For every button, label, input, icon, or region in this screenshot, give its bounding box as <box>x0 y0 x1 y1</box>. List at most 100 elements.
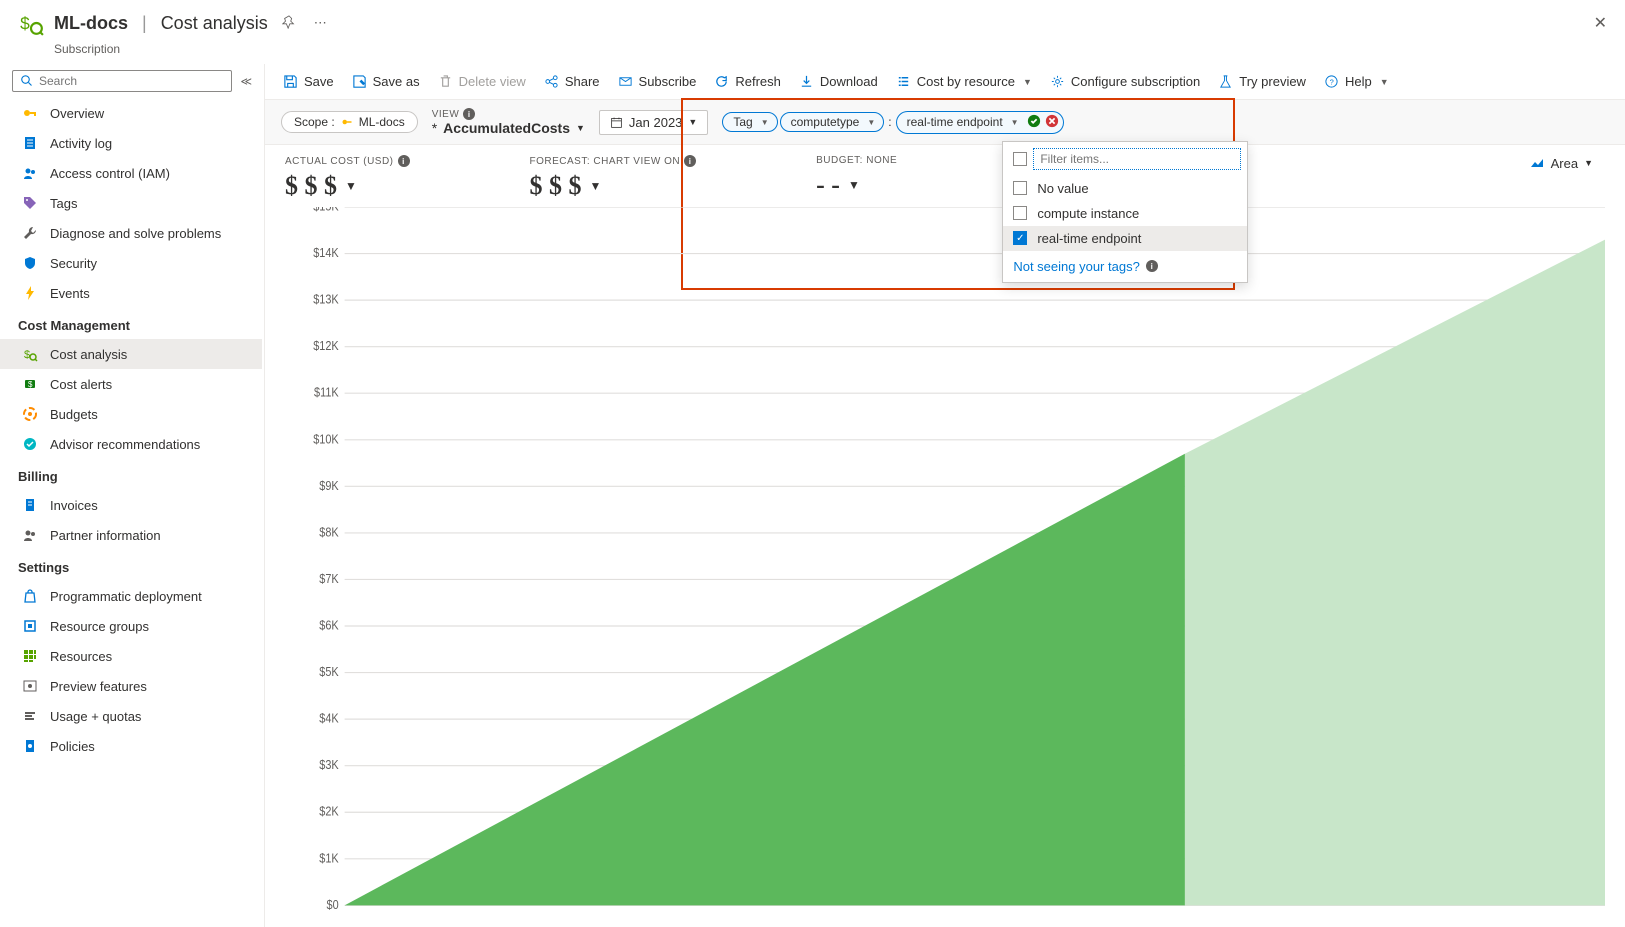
advisor-icon <box>22 436 38 452</box>
filter-cancel-icon[interactable] <box>1045 114 1059 131</box>
chevron-down-icon: ▼ <box>345 179 357 194</box>
share-button[interactable]: Share <box>542 70 602 93</box>
svg-text:$5K: $5K <box>319 664 338 679</box>
sidebar-item-usage-quotas[interactable]: Usage + quotas <box>0 701 262 731</box>
sidebar-item-label: Events <box>50 286 90 301</box>
command-bar: Save Save as Delete view Share Subscribe… <box>265 64 1625 100</box>
calendar-icon <box>610 116 623 129</box>
sidebar: ≪ Overview Activity logAccess control (IA… <box>0 64 265 927</box>
filter-option-label: compute instance <box>1037 206 1139 221</box>
filter-option[interactable]: compute instance <box>1003 201 1247 226</box>
sidebar-item-budgets[interactable]: Budgets <box>0 399 262 429</box>
svg-text:$4K: $4K <box>319 711 338 726</box>
checkbox[interactable] <box>1013 206 1027 220</box>
stats-row: ACTUAL COST (USD) i $ $ $▼ FORECAST: CHA… <box>265 145 1625 207</box>
save-as-icon <box>352 74 367 89</box>
invoice-icon <box>22 497 38 513</box>
sidebar-item-preview-features[interactable]: Preview features <box>0 671 262 701</box>
collapse-sidebar-icon[interactable]: ≪ <box>240 75 252 88</box>
sidebar-item-programmatic-deployment[interactable]: Programmatic deployment <box>0 581 262 611</box>
filter-option[interactable]: ✓real-time endpoint <box>1003 226 1247 251</box>
shield-icon <box>22 255 38 271</box>
people-icon <box>22 165 38 181</box>
date-range-selector[interactable]: Jan 2023 ▼ <box>599 110 708 135</box>
page-header: $ ML-docs | Cost analysis ⋯ ✕ <box>0 0 1625 42</box>
cost-by-resource-button[interactable]: Cost by resource▼ <box>894 70 1034 93</box>
filter-tag-value[interactable]: real-time endpoint▼ <box>896 111 1064 134</box>
download-button[interactable]: Download <box>797 70 880 93</box>
save-button[interactable]: Save <box>281 70 336 93</box>
chevron-down-icon: ▼ <box>1380 77 1389 87</box>
sidebar-item-overview[interactable]: Overview <box>0 98 262 128</box>
info-icon: i <box>1146 260 1158 272</box>
save-icon <box>283 74 298 89</box>
svg-text:$0: $0 <box>327 897 339 912</box>
sidebar-item-label: Usage + quotas <box>50 709 141 724</box>
sidebar-item-label: Preview features <box>50 679 147 694</box>
title-separator: | <box>142 13 147 34</box>
chevron-down-icon: ▼ <box>1584 158 1593 168</box>
filter-tag-key[interactable]: computetype▼ <box>780 112 885 132</box>
not-seeing-tags-link[interactable]: Not seeing your tags?i <box>1003 251 1247 282</box>
configure-subscription-button[interactable]: Configure subscription <box>1048 70 1202 93</box>
chevron-down-icon: ▼ <box>590 179 602 194</box>
sidebar-item-cost-alerts[interactable]: $Cost alerts <box>0 369 262 399</box>
filter-colon: : <box>888 115 891 129</box>
sidebar-item-cost-analysis[interactable]: $Cost analysis <box>0 339 262 369</box>
svg-text:$: $ <box>20 14 30 34</box>
filter-option-label: No value <box>1037 181 1088 196</box>
try-preview-button[interactable]: Try preview <box>1216 70 1308 93</box>
filter-accept-icon[interactable] <box>1027 114 1041 131</box>
sidebar-item-label: Partner information <box>50 528 161 543</box>
chevron-down-icon: ▼ <box>688 117 697 127</box>
chevron-down-icon: ▼ <box>848 178 860 193</box>
chart-type-selector[interactable]: Area ▼ <box>1529 155 1605 171</box>
sidebar-search[interactable] <box>12 70 232 92</box>
share-icon <box>544 74 559 89</box>
filter-option[interactable]: No value <box>1003 176 1247 201</box>
pin-icon[interactable] <box>278 11 300 36</box>
checkbox[interactable] <box>1013 181 1027 195</box>
filter-value-dropdown: No value compute instance ✓real-time endpo… <box>1002 141 1248 283</box>
view-selector[interactable]: VIEW i *AccumulatedCosts▼ <box>432 108 585 136</box>
sidebar-item-resources[interactable]: Resources <box>0 641 262 671</box>
people-icon <box>22 527 38 543</box>
main-content: Save Save as Delete view Share Subscribe… <box>265 64 1625 927</box>
sidebar-item-security[interactable]: Security <box>0 248 262 278</box>
nav-group-header: Billing <box>0 459 262 490</box>
resource-type: Subscription <box>0 42 1625 64</box>
help-button[interactable]: ?Help▼ <box>1322 70 1391 93</box>
sidebar-item-diagnose-and-solve-problems[interactable]: Diagnose and solve problems <box>0 218 262 248</box>
cost-analysis-icon: $ <box>18 10 44 36</box>
filter-tag-type[interactable]: Tag▼ <box>722 112 777 132</box>
svg-text:$: $ <box>28 380 33 389</box>
info-icon: i <box>398 155 410 167</box>
close-icon[interactable]: ✕ <box>1594 13 1607 33</box>
sidebar-item-label: Diagnose and solve problems <box>50 226 221 241</box>
budget-stat[interactable]: BUDGET: NONE - -▼ <box>816 155 897 200</box>
sidebar-item-policies[interactable]: Policies <box>0 731 262 761</box>
sidebar-item-advisor-recommendations[interactable]: Advisor recommendations <box>0 429 262 459</box>
sidebar-item-resource-groups[interactable]: Resource groups <box>0 611 262 641</box>
sidebar-item-label: Overview <box>50 106 104 121</box>
more-icon[interactable]: ⋯ <box>310 11 331 35</box>
refresh-button[interactable]: Refresh <box>712 70 783 93</box>
sidebar-item-events[interactable]: Events <box>0 278 262 308</box>
select-all-checkbox[interactable] <box>1013 152 1027 166</box>
save-as-button[interactable]: Save as <box>350 70 422 93</box>
actual-cost-stat[interactable]: ACTUAL COST (USD) i $ $ $▼ <box>285 155 410 201</box>
subscribe-button[interactable]: Subscribe <box>616 70 699 93</box>
sidebar-search-input[interactable] <box>39 74 223 88</box>
scope-selector[interactable]: Scope : ML-docs <box>281 111 418 133</box>
filter-items-input[interactable] <box>1040 152 1234 166</box>
bolt-icon <box>22 285 38 301</box>
sidebar-item-tags[interactable]: Tags <box>0 188 262 218</box>
checkbox[interactable]: ✓ <box>1013 231 1027 245</box>
sidebar-item-activity-log[interactable]: Activity log <box>0 128 262 158</box>
sidebar-item-invoices[interactable]: Invoices <box>0 490 262 520</box>
cost-chart: $0$1K$2K$3K$4K$5K$6K$7K$8K$9K$10K$11K$12… <box>265 207 1625 927</box>
forecast-stat[interactable]: FORECAST: CHART VIEW ON i $ $ $▼ <box>530 155 697 201</box>
key-icon <box>22 105 38 121</box>
sidebar-item-access-control-iam-[interactable]: Access control (IAM) <box>0 158 262 188</box>
sidebar-item-partner-information[interactable]: Partner information <box>0 520 262 550</box>
